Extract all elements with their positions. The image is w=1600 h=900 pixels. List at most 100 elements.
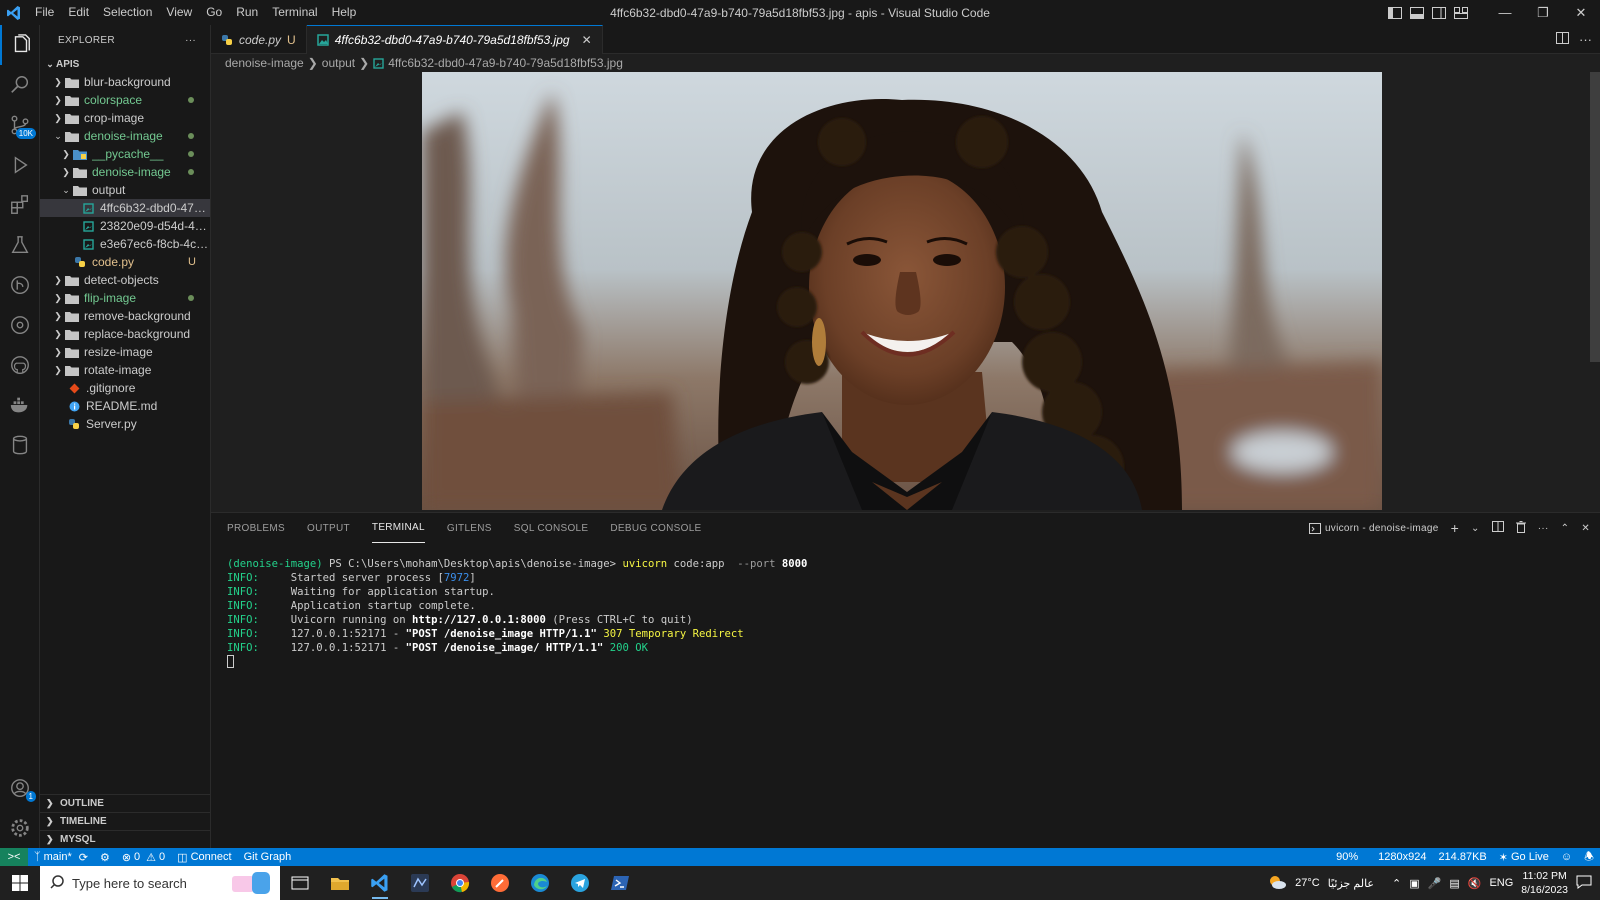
network-icon[interactable]: ▤	[1449, 877, 1459, 890]
panel-more-actions-icon[interactable]: ···	[1538, 523, 1549, 534]
go-live-button[interactable]: ✶ Go Live	[1493, 848, 1555, 866]
chevron-down-icon[interactable]: ⌄	[1471, 523, 1480, 534]
tree-folder[interactable]: ❯ denoise-image	[40, 163, 210, 181]
problems-status[interactable]: ⊗ 0 ⚠ 0	[116, 848, 171, 866]
notifications-bell-icon[interactable]: 🕭	[1578, 848, 1600, 866]
workspace-root[interactable]: ⌄ APIS	[40, 55, 210, 73]
tree-folder[interactable]: ❯ blur-background	[40, 73, 210, 91]
tree-folder[interactable]: ❯ __pycache__	[40, 145, 210, 163]
new-terminal-icon[interactable]: +	[1451, 520, 1459, 536]
chrome-icon[interactable]	[440, 866, 480, 900]
taskbar-search-box[interactable]: Type here to search	[40, 866, 280, 900]
task-view-icon[interactable]	[280, 866, 320, 900]
tree-folder[interactable]: ❯ colorspace	[40, 91, 210, 109]
restore-icon[interactable]: ❐	[1524, 0, 1562, 25]
source-control-icon[interactable]: 10K	[0, 105, 40, 145]
tree-folder[interactable]: ❯ resize-image	[40, 343, 210, 361]
search-icon[interactable]	[0, 65, 40, 105]
meet-now-icon[interactable]: ▣	[1409, 877, 1419, 890]
tree-folder[interactable]: ⌄ denoise-image	[40, 127, 210, 145]
explorer-icon[interactable]	[0, 25, 40, 65]
tree-folder[interactable]: ❯ crop-image	[40, 109, 210, 127]
powershell-icon[interactable]	[600, 866, 640, 900]
feedback-icon[interactable]: ☺	[1555, 848, 1578, 866]
live-share-icon[interactable]: ⚙	[94, 848, 116, 866]
image-dimensions[interactable]: 1280x924	[1372, 848, 1432, 866]
trash-icon[interactable]	[1515, 520, 1526, 536]
notification-center-icon[interactable]	[1576, 875, 1592, 892]
close-panel-icon[interactable]: ✕	[1581, 523, 1590, 534]
editor-more-actions-icon[interactable]: ···	[1579, 32, 1592, 47]
minimize-icon[interactable]: —	[1486, 0, 1524, 25]
tab-terminal[interactable]: TERMINAL	[371, 513, 425, 543]
split-editor-icon[interactable]	[1556, 32, 1569, 47]
customize-layout-icon[interactable]	[1450, 0, 1472, 25]
zoom-level[interactable]: 90%	[1330, 848, 1364, 866]
tab-output[interactable]: OUTPUT	[307, 513, 350, 543]
tree-file[interactable]: 23820e09-d54d-4d1...	[40, 217, 210, 235]
close-icon[interactable]: ✕	[1562, 0, 1600, 25]
weather-icon[interactable]	[1267, 874, 1287, 893]
tab-debug-console[interactable]: DEBUG CONSOLE	[610, 513, 701, 543]
tree-file[interactable]: 4ffc6b32-dbd0-47a9-...	[40, 199, 210, 217]
tree-file[interactable]: e3e67ec6-f8cb-4cc6-...	[40, 235, 210, 253]
tree-folder[interactable]: ❯ replace-background	[40, 325, 210, 343]
edge-icon[interactable]	[520, 866, 560, 900]
tab-problems[interactable]: PROBLEMS	[227, 513, 285, 543]
explorer-more-actions-icon[interactable]: ···	[185, 35, 196, 46]
tab-gitlens[interactable]: GITLENS	[447, 513, 492, 543]
menu-help[interactable]: Help	[325, 0, 364, 25]
chevron-up-icon[interactable]: ⌃	[1392, 877, 1401, 890]
docker-icon[interactable]	[0, 385, 40, 425]
breadcrumb-item[interactable]: output	[322, 56, 355, 70]
microphone-icon[interactable]: 🎤	[1428, 877, 1442, 890]
git-branch[interactable]: ᛉ main* ⟳	[28, 848, 94, 866]
menu-selection[interactable]: Selection	[96, 0, 159, 25]
terminal-output[interactable]: (denoise-image) PS C:\Users\moham\Deskto…	[211, 543, 1600, 672]
azure-data-studio-icon[interactable]	[400, 866, 440, 900]
weather-description[interactable]: عالم جزئيًا	[1328, 877, 1374, 890]
tree-folder[interactable]: ⌄ output	[40, 181, 210, 199]
tree-file[interactable]: README.md	[40, 397, 210, 415]
telegram-icon[interactable]	[560, 866, 600, 900]
menu-go[interactable]: Go	[199, 0, 229, 25]
git-graph-status[interactable]: Git Graph	[238, 848, 298, 866]
toggle-primary-sidebar-icon[interactable]	[1384, 0, 1406, 25]
tree-file[interactable]: .gitignore	[40, 379, 210, 397]
image-preview[interactable]	[422, 72, 1382, 510]
breadcrumb-item[interactable]: denoise-image	[225, 56, 304, 70]
clock[interactable]: 11:02 PM 8/16/2023	[1521, 869, 1568, 897]
weather-temperature[interactable]: 27°C	[1295, 877, 1320, 889]
terminal-instance-selector[interactable]: uvicorn - denoise-image	[1308, 522, 1439, 534]
github-icon[interactable]	[0, 345, 40, 385]
breadcrumb-item[interactable]: 4ffc6b32-dbd0-47a9-b740-79a5d18fbf53.jpg	[388, 56, 623, 70]
volume-icon[interactable]: 🔇	[1468, 877, 1482, 890]
menu-terminal[interactable]: Terminal	[265, 0, 324, 25]
tree-folder[interactable]: ❯ rotate-image	[40, 361, 210, 379]
vscode-taskbar-icon[interactable]	[360, 866, 400, 900]
tab-code-py[interactable]: code.py U	[211, 25, 307, 54]
tree-folder[interactable]: ❯ detect-objects	[40, 271, 210, 289]
toggle-secondary-sidebar-icon[interactable]	[1428, 0, 1450, 25]
tree-folder[interactable]: ❯ remove-background	[40, 307, 210, 325]
menu-file[interactable]: File	[28, 0, 61, 25]
connect-status[interactable]: ◫ Connect	[171, 848, 237, 866]
split-terminal-icon[interactable]	[1491, 521, 1504, 535]
testing-icon[interactable]	[0, 225, 40, 265]
maximize-panel-icon[interactable]: ⌃	[1561, 523, 1570, 534]
menu-run[interactable]: Run	[229, 0, 265, 25]
tab-close-icon[interactable]: ✕	[582, 33, 592, 47]
extensions-icon[interactable]	[0, 185, 40, 225]
language-indicator[interactable]: ENG	[1489, 877, 1513, 889]
timeline-section[interactable]: ❯ TIMELINE	[40, 812, 210, 830]
tab-sql-console[interactable]: SQL CONSOLE	[514, 513, 589, 543]
editor-scrollbar[interactable]	[1590, 72, 1600, 362]
menu-view[interactable]: View	[159, 0, 199, 25]
menu-edit[interactable]: Edit	[61, 0, 96, 25]
windows-start-icon[interactable]	[0, 866, 40, 900]
run-debug-icon[interactable]	[0, 145, 40, 185]
file-explorer-icon[interactable]	[320, 866, 360, 900]
toggle-panel-icon[interactable]	[1406, 0, 1428, 25]
remote-explorer-icon[interactable]	[0, 305, 40, 345]
gitlens-icon[interactable]	[0, 265, 40, 305]
